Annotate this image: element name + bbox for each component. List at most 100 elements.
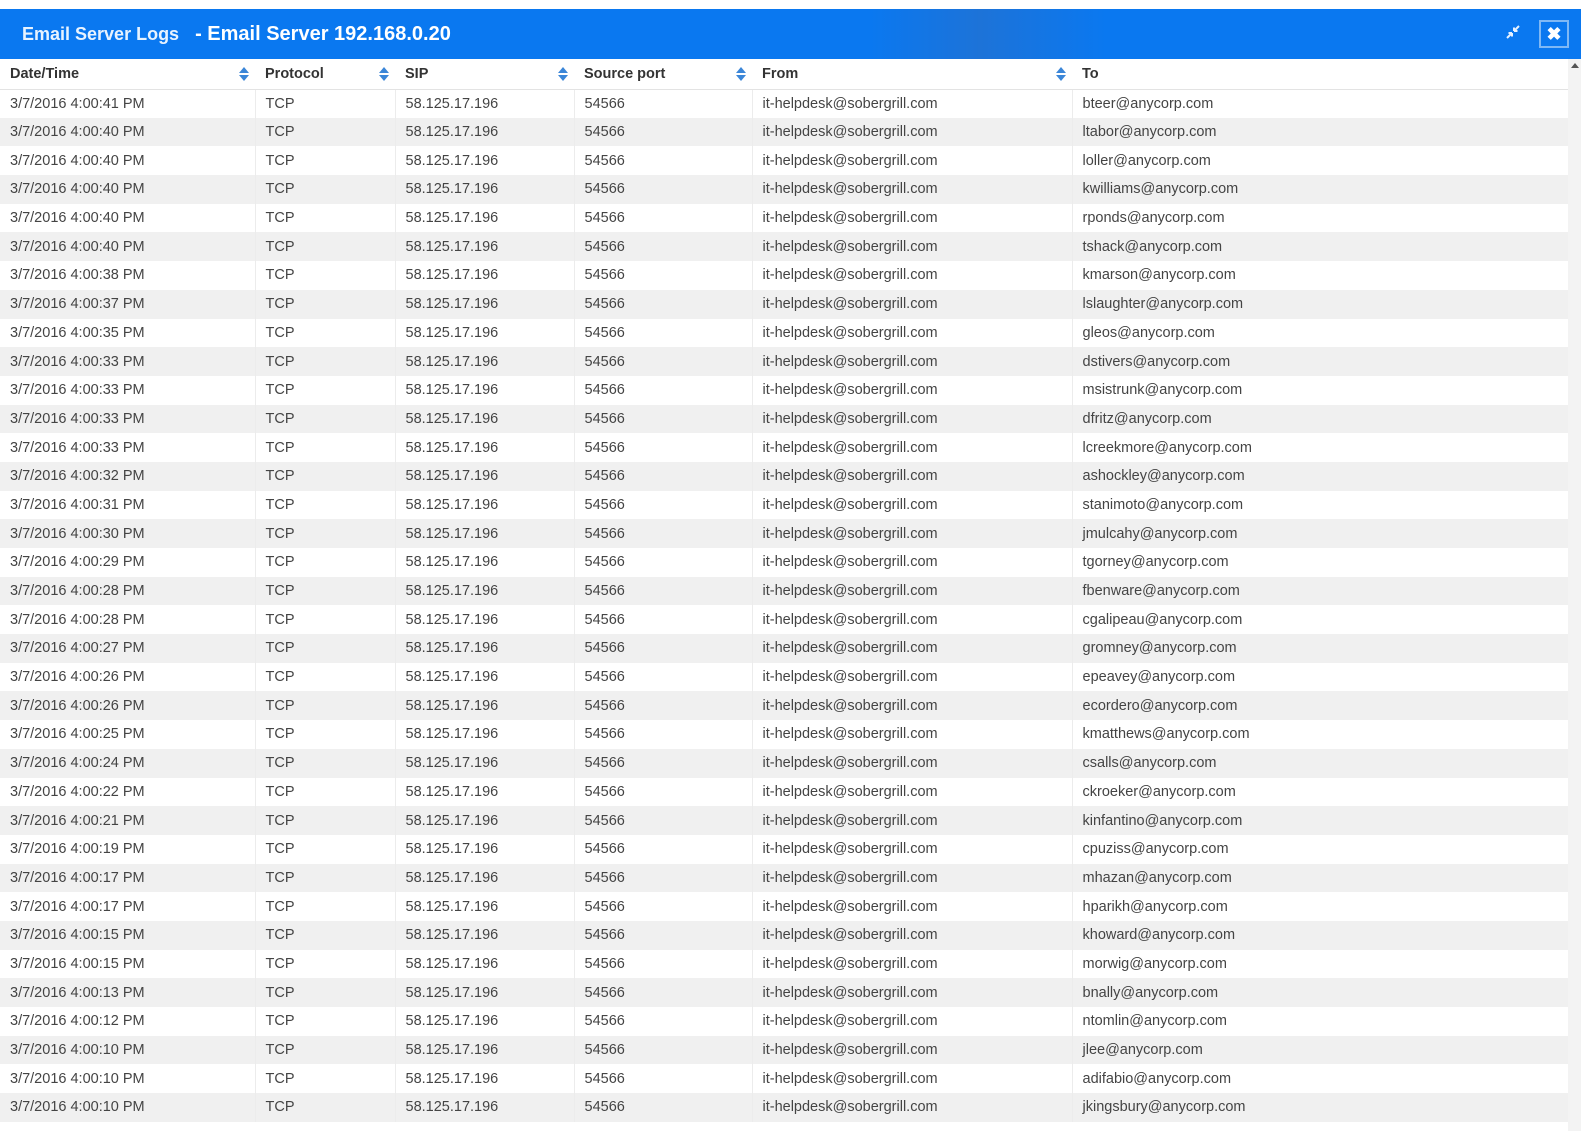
cell-protocol: TCP [254,748,395,778]
cell-from: it-helpdesk@sobergrill.com [751,519,1072,548]
column-header-sip[interactable]: SIP [395,59,574,90]
table-row[interactable]: 3/7/2016 4:00:28 PM TCP 58.125.17.196 54566… [0,576,1568,606]
table-row[interactable]: 3/7/2016 4:00:10 PM TCP 58.125.17.196 54566… [0,1093,1568,1122]
cell-protocol: TCP [254,634,395,663]
column-header-from[interactable]: From [752,59,1072,90]
cell-source-port: 54566 [573,1093,752,1122]
table-row[interactable]: 3/7/2016 4:00:38 PM TCP 58.125.17.196 54566… [0,261,1568,290]
cell-datetime: 3/7/2016 4:00:13 PM [0,978,255,1007]
sort-icon[interactable] [558,67,569,81]
cell-from: it-helpdesk@sobergrill.com [751,347,1072,376]
cell-sip: 58.125.17.196 [394,433,574,462]
cell-from: it-helpdesk@sobergrill.com [751,117,1072,147]
cell-from: it-helpdesk@sobergrill.com [751,89,1072,118]
table-row[interactable]: 3/7/2016 4:00:37 PM TCP 58.125.17.196 54566… [0,289,1568,319]
cell-protocol: TCP [254,117,395,147]
cell-sip: 58.125.17.196 [394,1093,574,1122]
table-row[interactable]: 3/7/2016 4:00:35 PM TCP 58.125.17.196 54566… [0,318,1568,348]
table-row[interactable]: 3/7/2016 4:00:19 PM TCP 58.125.17.196 54566… [0,834,1568,864]
table-header-row: Date/Time Protocol SIP Source port From … [0,59,1568,90]
cell-from: it-helpdesk@sobergrill.com [751,863,1072,893]
cell-from: it-helpdesk@sobergrill.com [751,748,1072,778]
cell-source-port: 54566 [573,347,752,376]
cell-to: kmatthews@anycorp.com [1071,720,1568,749]
cell-datetime: 3/7/2016 4:00:40 PM [0,175,255,204]
table-row[interactable]: 3/7/2016 4:00:32 PM TCP 58.125.17.196 54566… [0,461,1568,491]
table-row[interactable]: 3/7/2016 4:00:29 PM TCP 58.125.17.196 54566… [0,548,1568,577]
table-row[interactable]: 3/7/2016 4:00:41 PM TCP 58.125.17.196 54566… [0,89,1568,118]
cell-to: ashockley@anycorp.com [1071,461,1568,491]
column-header-datetime[interactable]: Date/Time [0,59,255,90]
cell-from: it-helpdesk@sobergrill.com [751,720,1072,749]
table-row[interactable]: 3/7/2016 4:00:40 PM TCP 58.125.17.196 54566… [0,117,1568,147]
cell-sip: 58.125.17.196 [394,347,574,376]
cell-source-port: 54566 [573,662,752,692]
cell-protocol: TCP [254,461,395,491]
table-row[interactable]: 3/7/2016 4:00:40 PM TCP 58.125.17.196 54566… [0,232,1568,262]
cell-from: it-helpdesk@sobergrill.com [751,920,1072,950]
column-header-protocol[interactable]: Protocol [255,59,395,90]
column-header-source-port[interactable]: Source port [574,59,752,90]
cell-datetime: 3/7/2016 4:00:26 PM [0,662,255,692]
cell-to: bnally@anycorp.com [1071,978,1568,1007]
cell-datetime: 3/7/2016 4:00:40 PM [0,146,255,176]
cell-source-port: 54566 [573,433,752,462]
cell-from: it-helpdesk@sobergrill.com [751,490,1072,520]
sort-icon[interactable] [379,67,390,81]
table-row[interactable]: 3/7/2016 4:00:22 PM TCP 58.125.17.196 54566… [0,777,1568,807]
cell-source-port: 54566 [573,720,752,749]
title-bar: Email Server Logs - Email Server 192.168… [0,9,1581,59]
column-header-to[interactable]: To [1072,59,1568,90]
table-row[interactable]: 3/7/2016 4:00:28 PM TCP 58.125.17.196 54566… [0,605,1568,635]
sort-icon[interactable] [1056,67,1067,81]
table-row[interactable]: 3/7/2016 4:00:26 PM TCP 58.125.17.196 54566… [0,662,1568,692]
table-row[interactable]: 3/7/2016 4:00:10 PM TCP 58.125.17.196 54566… [0,1064,1568,1094]
window-title: Email Server Logs [22,23,180,44]
table-row[interactable]: 3/7/2016 4:00:17 PM TCP 58.125.17.196 54566… [0,863,1568,893]
cell-protocol: TCP [254,691,395,721]
table-row[interactable]: 3/7/2016 4:00:40 PM TCP 58.125.17.196 54566… [0,203,1568,233]
table-row[interactable]: 3/7/2016 4:00:26 PM TCP 58.125.17.196 54566… [0,691,1568,721]
cell-datetime: 3/7/2016 4:00:28 PM [0,576,255,606]
cell-to: gleos@anycorp.com [1071,318,1568,348]
table-row[interactable]: 3/7/2016 4:00:40 PM TCP 58.125.17.196 54566… [0,146,1568,176]
sort-icon[interactable] [239,67,250,81]
table-row[interactable]: 3/7/2016 4:00:40 PM TCP 58.125.17.196 54566… [0,175,1568,204]
cell-datetime: 3/7/2016 4:00:40 PM [0,203,255,233]
table-row[interactable]: 3/7/2016 4:00:33 PM TCP 58.125.17.196 54566… [0,404,1568,434]
cell-to: fbenware@anycorp.com [1071,576,1568,606]
cell-sip: 58.125.17.196 [394,605,574,635]
table-row[interactable]: 3/7/2016 4:00:33 PM TCP 58.125.17.196 54566… [0,375,1568,405]
cell-from: it-helpdesk@sobergrill.com [751,1064,1072,1094]
table-row[interactable]: 3/7/2016 4:00:21 PM TCP 58.125.17.196 54566… [0,806,1568,835]
cell-datetime: 3/7/2016 4:00:32 PM [0,461,255,491]
cell-protocol: TCP [254,318,395,348]
table-row[interactable]: 3/7/2016 4:00:15 PM TCP 58.125.17.196 54566… [0,920,1568,950]
vertical-scrollbar[interactable] [1568,59,1581,1131]
cell-sip: 58.125.17.196 [394,1035,574,1065]
table-row[interactable]: 3/7/2016 4:00:24 PM TCP 58.125.17.196 54566… [0,748,1568,778]
cell-to: lslaughter@anycorp.com [1071,289,1568,319]
sort-icon[interactable] [736,67,747,81]
cell-source-port: 54566 [573,289,752,319]
table-row[interactable]: 3/7/2016 4:00:15 PM TCP 58.125.17.196 54566… [0,949,1568,979]
scroll-up-arrow-icon[interactable] [1571,63,1579,68]
table-row[interactable]: 3/7/2016 4:00:13 PM TCP 58.125.17.196 54566… [0,978,1568,1007]
table-row[interactable]: 3/7/2016 4:00:17 PM TCP 58.125.17.196 54566… [0,892,1568,921]
cell-source-port: 54566 [573,949,752,979]
close-button[interactable]: ✖ [1539,20,1569,48]
cell-datetime: 3/7/2016 4:00:27 PM [0,634,255,663]
cell-source-port: 54566 [573,978,752,1007]
restore-button[interactable] [1499,20,1527,48]
table-row[interactable]: 3/7/2016 4:00:25 PM TCP 58.125.17.196 54566… [0,720,1568,749]
cell-protocol: TCP [254,605,395,635]
cell-from: it-helpdesk@sobergrill.com [751,548,1072,577]
table-row[interactable]: 3/7/2016 4:00:10 PM TCP 58.125.17.196 54566… [0,1035,1568,1065]
cell-from: it-helpdesk@sobergrill.com [751,777,1072,807]
table-row[interactable]: 3/7/2016 4:00:27 PM TCP 58.125.17.196 54566… [0,634,1568,663]
table-row[interactable]: 3/7/2016 4:00:30 PM TCP 58.125.17.196 54566… [0,519,1568,548]
table-row[interactable]: 3/7/2016 4:00:12 PM TCP 58.125.17.196 54566… [0,1007,1568,1036]
table-row[interactable]: 3/7/2016 4:00:33 PM TCP 58.125.17.196 54566… [0,433,1568,462]
table-row[interactable]: 3/7/2016 4:00:31 PM TCP 58.125.17.196 54566… [0,490,1568,520]
table-row[interactable]: 3/7/2016 4:00:33 PM TCP 58.125.17.196 54566… [0,347,1568,376]
